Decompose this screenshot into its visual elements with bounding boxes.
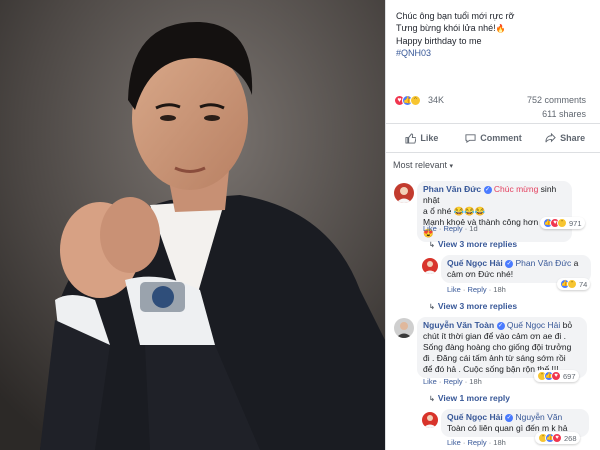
thumbs-up-icon xyxy=(405,132,417,144)
mentioned-user-link[interactable]: Nguyễn Văn xyxy=(515,412,562,422)
love-reaction-icon: ♥ xyxy=(552,433,562,443)
comment-author[interactable]: Phan Văn Đức xyxy=(423,184,481,194)
post-caption: Chúc ông bạn tuổi mới rực rỡ Tưng bừng k… xyxy=(396,10,596,59)
haha-reaction-icon: ᵔ xyxy=(410,95,421,106)
mentioned-user-link[interactable]: Quế Ngọc Hải xyxy=(507,320,560,330)
hashtag-link[interactable]: #QNH03 xyxy=(396,47,596,59)
verified-badge-icon: ✓ xyxy=(505,259,514,268)
comment-time[interactable]: 18h xyxy=(493,438,506,447)
caption-line-1: Chúc ông bạn tuổi mới rực rỡ xyxy=(396,11,515,21)
comment-author[interactable]: Nguyễn Văn Toàn xyxy=(423,320,494,330)
comment-reaction-count: 697 xyxy=(563,371,576,381)
speech-bubble-icon xyxy=(465,133,476,143)
verified-badge-icon: ✓ xyxy=(505,413,514,422)
comment-reply-link[interactable]: Reply xyxy=(443,377,462,386)
avatar-image xyxy=(396,187,412,203)
mentioned-user-link[interactable]: Phan Văn Đức xyxy=(515,258,571,268)
comment-text: bỏ xyxy=(560,320,573,330)
caption-line-2: Tưng bừng khói lửa nhé! xyxy=(396,23,496,33)
like-button[interactable]: Like xyxy=(386,132,458,144)
share-button-label: Share xyxy=(560,133,586,143)
comment-time[interactable]: 18h xyxy=(493,285,506,294)
comment-reactions[interactable]: ᵔ 👍 ♥ 268 xyxy=(535,432,580,444)
shares-count[interactable]: 611 shares xyxy=(542,109,586,119)
reaction-icons[interactable]: ♥ 👍 ᵔ xyxy=(394,95,421,106)
comment-reactions[interactable]: ᵔ 👍 ♥ 697 xyxy=(534,370,579,382)
comment-sort-dropdown[interactable]: Most relevant ▾ xyxy=(393,160,453,170)
comment-meta: Like · Reply · 1d xyxy=(423,224,478,233)
comment-bubble: Nguyễn Văn Toàn ✓ Quế Ngọc Hải bỏ chút í… xyxy=(417,317,587,378)
haha-reaction-icon: ᵔ xyxy=(567,279,577,289)
comment-button[interactable]: Comment xyxy=(458,133,530,144)
comment-like-link[interactable]: Like xyxy=(447,438,461,447)
share-button[interactable]: Share xyxy=(529,132,600,144)
view-more-label: View 3 more replies xyxy=(437,239,518,249)
fire-emoji-icon: 🔥 xyxy=(495,24,506,33)
share-arrow-icon xyxy=(545,132,556,142)
avatar-image xyxy=(396,322,412,338)
comment-like-link[interactable]: Like xyxy=(447,285,461,294)
view-more-label: View 3 more replies xyxy=(437,301,518,311)
comment-like-link[interactable]: Like xyxy=(423,377,437,386)
post-actions: Like Comment Share xyxy=(386,123,600,153)
comment-like-link[interactable]: Like xyxy=(423,224,437,233)
comment-reply-link[interactable]: Reply xyxy=(467,438,486,447)
view-more-replies-link[interactable]: ↳ View 3 more replies xyxy=(429,301,517,311)
laughing-emoji-icon: 😂😂😂 xyxy=(453,206,486,216)
avatar[interactable] xyxy=(422,258,438,274)
reactions-summary: ♥ 👍 ᵔ 34K 752 comments 611 shares xyxy=(394,95,594,119)
view-more-label: View 1 more reply xyxy=(437,393,511,403)
haha-reaction-icon: ᵔ xyxy=(557,218,567,228)
caret-down-icon: ▾ xyxy=(449,163,454,170)
comment-reactions[interactable]: 👍 ᵔ 74 xyxy=(557,278,591,290)
comment-text: chút ít thời gian để vào cảm ơn ae đi . xyxy=(423,331,566,341)
comment-meta: Like · Reply · 18h xyxy=(423,377,482,386)
comment-highlight-text: Chúc mừng xyxy=(493,184,539,194)
verified-badge-icon: ✓ xyxy=(483,185,492,194)
reply-arrow-icon: ↳ xyxy=(429,242,435,249)
post-detail-panel: Chúc ông bạn tuổi mới rực rỡ Tưng bừng k… xyxy=(385,0,600,450)
comment-author[interactable]: Quế Ngọc Hải xyxy=(447,258,503,268)
comment-time[interactable]: 18h xyxy=(469,377,482,386)
caption-line-3: Happy birthday to me xyxy=(396,36,482,46)
sort-label: Most relevant xyxy=(393,160,448,170)
comments-count[interactable]: 752 comments xyxy=(527,95,586,105)
comment-reply-link[interactable]: Reply xyxy=(443,224,462,233)
comment-meta: Like · Reply · 18h xyxy=(447,438,506,447)
like-button-label: Like xyxy=(420,133,439,143)
comment-reply-link[interactable]: Reply xyxy=(467,285,486,294)
comment-text: Sống đàng hoàng cho giống đội trưởng xyxy=(423,342,572,352)
comment-text: đi . Đăng cái tấm ảnh từ sáng sớm rồi xyxy=(423,353,566,363)
avatar[interactable] xyxy=(422,412,438,428)
love-reaction-icon: ♥ xyxy=(551,371,561,381)
avatar[interactable] xyxy=(394,183,414,203)
portrait-illustration xyxy=(0,0,385,450)
view-more-replies-link[interactable]: ↳ View 3 more replies xyxy=(429,239,517,249)
verified-badge-icon: ✓ xyxy=(496,321,505,330)
view-more-replies-link[interactable]: ↳ View 1 more reply xyxy=(429,393,510,403)
reply-arrow-icon: ↳ xyxy=(429,396,435,403)
post-photo[interactable] xyxy=(0,0,385,450)
comment-author[interactable]: Quế Ngọc Hải xyxy=(447,412,503,422)
reply-arrow-icon: ↳ xyxy=(429,304,435,311)
avatar-image xyxy=(423,261,437,274)
comment-reaction-count: 74 xyxy=(579,279,588,289)
comment-time[interactable]: 1d xyxy=(469,224,477,233)
comment-text: a xyxy=(571,258,579,268)
comment-reaction-count: 971 xyxy=(569,218,582,228)
comment-meta: Like · Reply · 18h xyxy=(447,285,506,294)
avatar-image xyxy=(423,415,437,428)
avatar[interactable] xyxy=(394,318,414,338)
comment-reactions[interactable]: 👍 ♥ ᵔ 971 xyxy=(540,217,585,229)
reactions-count[interactable]: 34K xyxy=(428,95,444,105)
comment-reaction-count: 268 xyxy=(564,433,577,443)
comment-text: a ổ nhé xyxy=(423,206,452,216)
comment-button-label: Comment xyxy=(480,133,522,143)
